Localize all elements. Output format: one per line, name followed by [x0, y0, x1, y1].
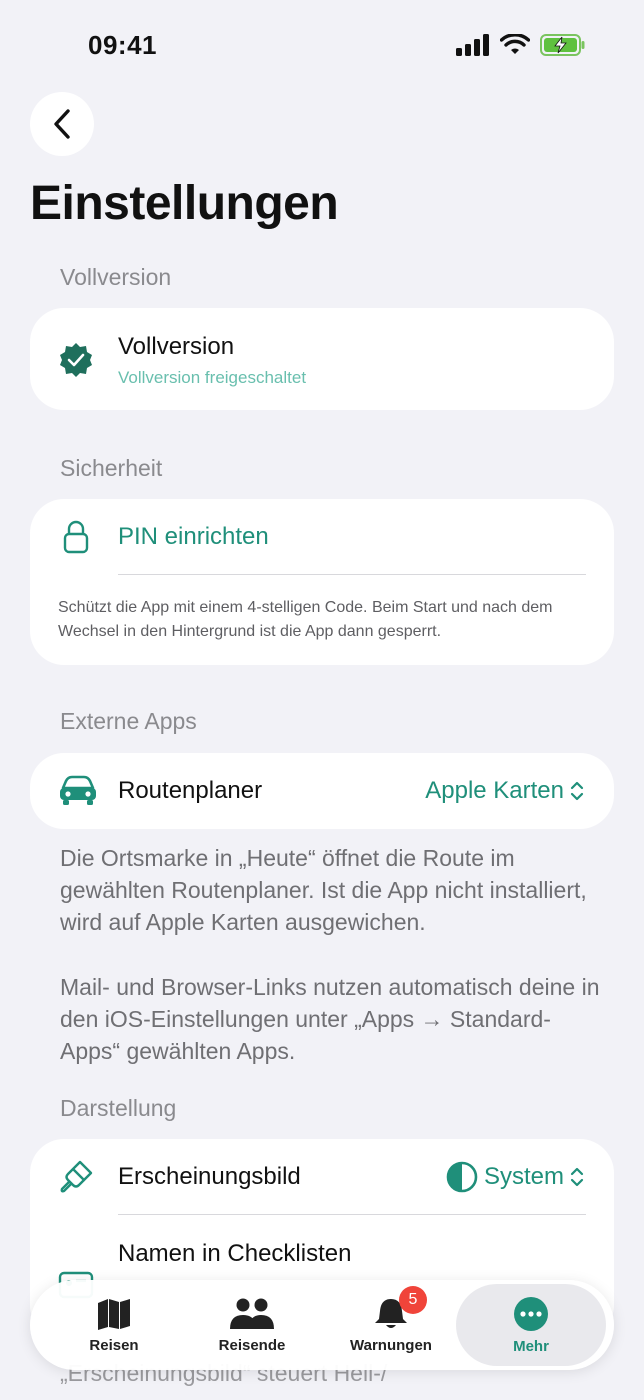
- warnings-badge: 5: [399, 1286, 427, 1314]
- status-icons: [456, 34, 586, 56]
- routenplaner-row[interactable]: Routenplaner Apple Karten: [30, 753, 614, 829]
- section-header-darstellung: Darstellung: [60, 1095, 177, 1121]
- tab-bar: Reisen Reisende 5 Warnungen Mehr: [30, 1280, 614, 1370]
- section-header-vollversion: Vollversion: [60, 264, 172, 290]
- map-icon: [98, 1298, 130, 1330]
- tab-warnungen[interactable]: 5 Warnungen: [321, 1280, 461, 1370]
- tab-mehr[interactable]: Mehr: [456, 1284, 606, 1366]
- status-time: 09:41: [88, 30, 157, 60]
- appearance-label: Erscheinungsbild: [118, 1163, 301, 1190]
- back-button[interactable]: [30, 92, 94, 156]
- wifi-icon: [500, 34, 530, 54]
- paintbrush-icon: [58, 1159, 94, 1195]
- vollversion-card[interactable]: Vollversion Vollversion freigeschaltet: [30, 308, 614, 410]
- sicherheit-card: PIN einrichten Schützt die App mit einem…: [30, 499, 614, 665]
- routenplaner-footer: Die Ortsmarke in „Heute“ öffnet die Rout…: [60, 845, 587, 935]
- names-in-checklists-label: Namen in Checklisten: [118, 1240, 352, 1267]
- verified-badge-icon: [58, 342, 94, 378]
- battery-icon: [540, 34, 585, 56]
- car-icon: [58, 773, 98, 809]
- lock-icon: [58, 519, 94, 555]
- section-header-sicherheit: Sicherheit: [60, 455, 163, 481]
- chevron-up-down-icon: [570, 1167, 584, 1187]
- links-footer: Mail- und Browser-Links nutzen automatis…: [60, 974, 600, 1064]
- tab-reisen[interactable]: Reisen: [44, 1280, 184, 1370]
- routenplaner-value: Apple Karten: [425, 777, 564, 804]
- vollversion-subtitle: Vollversion freigeschaltet: [118, 368, 307, 387]
- half-circle-contrast-icon: [446, 1161, 478, 1193]
- vollversion-title: Vollversion: [118, 333, 235, 360]
- chevron-left-icon: [54, 109, 70, 139]
- divider: [118, 574, 586, 575]
- tab-reisende[interactable]: Reisende: [182, 1280, 322, 1370]
- chevron-up-down-icon: [570, 781, 584, 801]
- appearance-value: System: [483, 1163, 564, 1190]
- appearance-picker[interactable]: System: [446, 1161, 584, 1193]
- status-bar: 09:41: [0, 0, 644, 96]
- tab-label: Mehr: [513, 1337, 549, 1355]
- tab-label: Reisen: [89, 1336, 139, 1354]
- pin-description: Schützt die App mit einem 4-stelligen Co…: [58, 599, 553, 640]
- signal-icon: [456, 34, 489, 56]
- routenplaner-picker[interactable]: Apple Karten: [425, 777, 584, 805]
- divider: [118, 1214, 586, 1215]
- tab-label: Reisende: [218, 1336, 286, 1354]
- more-icon: [514, 1296, 548, 1331]
- page-title: Einstellungen: [30, 177, 339, 230]
- pin-setup-button[interactable]: PIN einrichten: [118, 523, 269, 551]
- tab-label: Warnungen: [350, 1336, 432, 1354]
- routenplaner-label: Routenplaner: [118, 777, 263, 804]
- section-header-externe-apps: Externe Apps: [60, 708, 197, 734]
- people-icon: [230, 1298, 274, 1329]
